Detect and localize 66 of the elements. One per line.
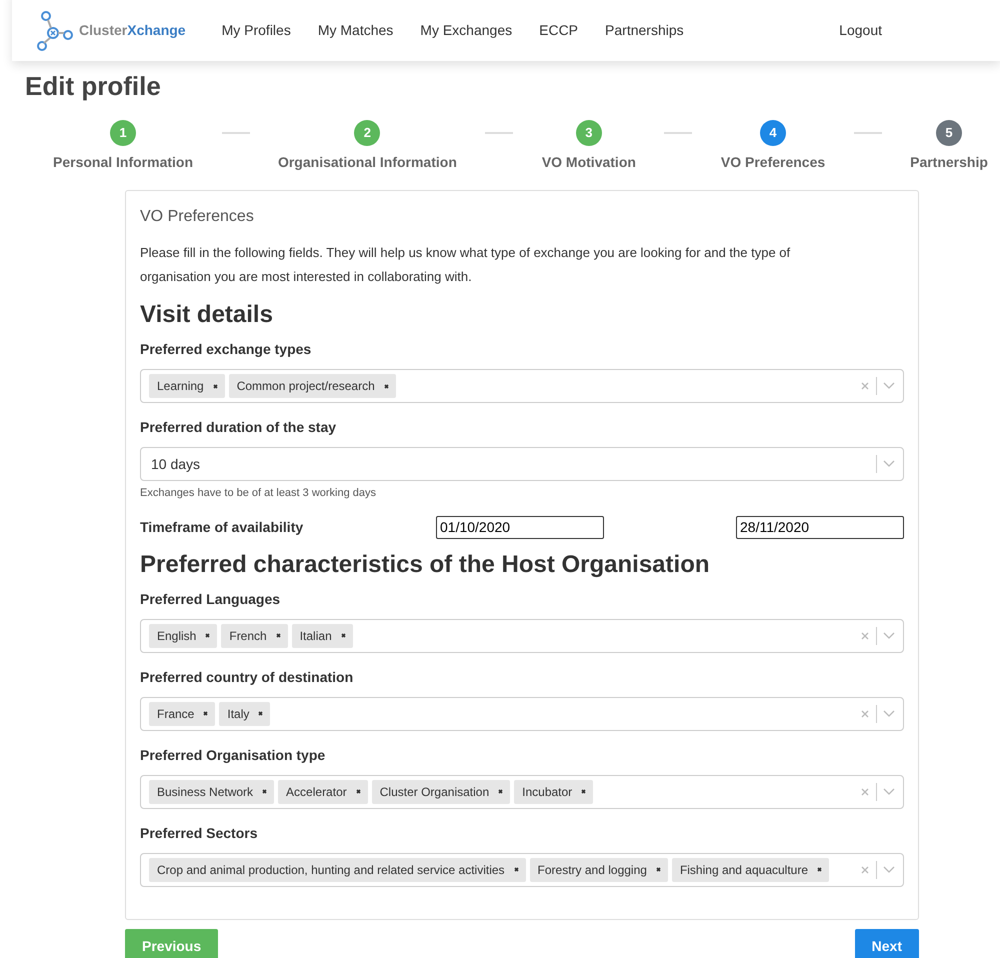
nav-link[interactable]: Partnerships [605,20,684,41]
field-label: Preferred duration of the stay [140,418,338,437]
card-title: VO Preferences [140,207,255,227]
multi-select[interactable]: Learning Common project/research [140,369,904,403]
next-button[interactable]: Next [854,928,919,958]
remove-icon[interactable] [202,710,210,717]
field-label: Preferred country of destination [140,668,354,687]
tag-label: Common project/research [236,378,375,395]
help-text: Exchanges have to be of at least 3 working days [140,486,378,501]
page-title: Edit profile [25,70,162,103]
step-number[interactable]: 5 [936,120,962,146]
logout-link[interactable]: Logout [839,20,882,41]
remove-icon[interactable] [212,382,219,390]
multi-select[interactable]: Crop and animal production, hunting and related service activities Forestry and logging Fishing and aquaculture [140,852,904,886]
remove-icon[interactable] [257,710,264,717]
remove-icon[interactable] [497,788,504,795]
remove-icon[interactable] [512,866,520,873]
field-label: Preferred Languages [140,590,282,609]
remove-icon[interactable] [580,788,588,795]
nav-link[interactable]: My Profiles [222,20,291,41]
tag-label: Forestry and logging [538,862,647,878]
section-heading: Visit details [140,300,274,330]
intro-text: Please fill in the following fields. They will help us know what type of exchange you are looking for and the type of organisation you are most interested in collaborating with. [140,244,792,286]
step-label[interactable]: VO Preferences [720,152,826,173]
tag-label: Italy [227,706,250,722]
remove-icon[interactable] [816,866,824,873]
logo-icon[interactable] [36,10,76,50]
remove-icon[interactable] [204,632,212,639]
tag-label: Accelerator [286,784,347,800]
tag-label: France [157,706,194,722]
nav-link[interactable]: My Exchanges [420,20,512,41]
tag-label: Fishing and aquaculture [680,862,808,878]
tag-label: English [157,628,196,644]
tag-label: Incubator [522,784,572,800]
tag-label: Italian [300,628,332,644]
date-input[interactable]: 28/11/2020 [736,516,904,538]
date-input[interactable]: 01/10/2020 [436,516,604,538]
multi-select[interactable]: France Italy [140,696,904,730]
field-label: Preferred Organisation type [140,746,326,765]
remove-icon[interactable] [261,788,268,795]
multi-select[interactable]: English French Italian [140,618,904,652]
section-heading: Preferred characteristics of the Host Organisation [140,550,711,580]
field-label: Timeframe of availability [140,518,304,537]
tag-label: Crop and animal production, hunting and related service activities [157,862,505,878]
nav-link[interactable]: ECCP [539,20,578,41]
remove-icon[interactable] [274,632,282,639]
remove-icon[interactable] [654,866,662,873]
tag-label: Cluster Organisation [380,784,490,800]
tag-label: Learning [157,378,204,395]
step-label[interactable]: Organisational Information [278,152,457,173]
step-label[interactable]: Personal Information [53,152,194,173]
select-value: 10 days [150,454,202,474]
field-label: Preferred exchange types [140,340,312,359]
select-field[interactable]: 10 days [140,447,904,481]
multi-select[interactable]: Business Network Accelerator Cluster Organisation Incubator [140,774,904,808]
step-label[interactable]: Partnership [910,152,988,173]
step-number[interactable]: 4 [760,120,786,146]
remove-icon[interactable] [354,788,362,795]
remove-icon[interactable] [382,382,390,390]
tag-label: French [229,628,267,644]
logo-text[interactable]: ClusterXchange [79,20,186,41]
tag-label: Business Network [157,784,254,800]
nav-link[interactable]: My Matches [318,20,394,41]
step-label[interactable]: VO Motivation [542,152,636,173]
remove-icon[interactable] [340,632,347,639]
field-label: Preferred Sectors [140,824,259,842]
